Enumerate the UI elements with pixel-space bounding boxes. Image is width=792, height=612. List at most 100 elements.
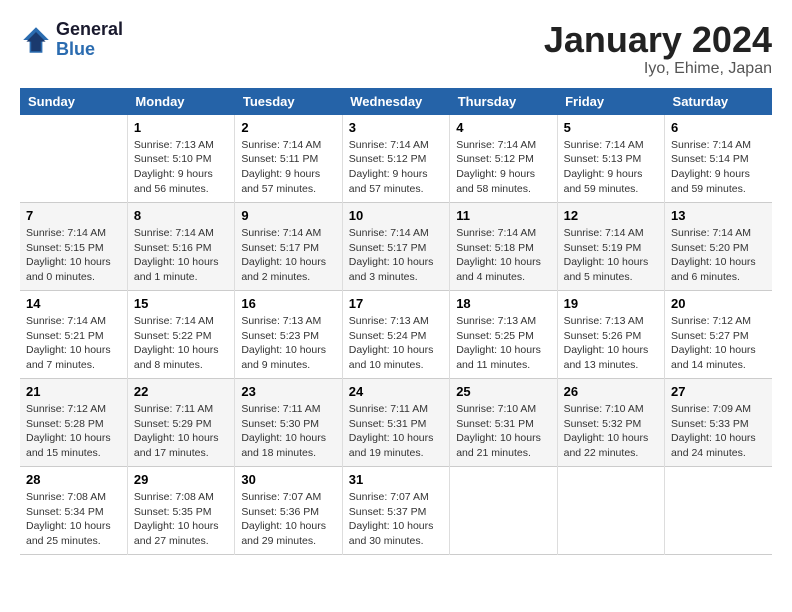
day-number: 7 — [26, 208, 121, 223]
day-number: 10 — [349, 208, 443, 223]
weekday-header-row: SundayMondayTuesdayWednesdayThursdayFrid… — [20, 88, 772, 115]
day-info: Sunrise: 7:14 AMSunset: 5:17 PMDaylight:… — [349, 226, 443, 285]
day-info: Sunrise: 7:11 AMSunset: 5:30 PMDaylight:… — [241, 402, 335, 461]
day-info: Sunrise: 7:14 AMSunset: 5:17 PMDaylight:… — [241, 226, 335, 285]
weekday-header-tuesday: Tuesday — [235, 88, 342, 115]
day-number: 25 — [456, 384, 550, 399]
page-header: General Blue January 2024 Iyo, Ehime, Ja… — [20, 20, 772, 78]
day-number: 26 — [564, 384, 658, 399]
calendar-cell: 24Sunrise: 7:11 AMSunset: 5:31 PMDayligh… — [342, 379, 449, 467]
day-info: Sunrise: 7:10 AMSunset: 5:32 PMDaylight:… — [564, 402, 658, 461]
calendar-cell: 18 Sunrise: 7:13 AMSunset: 5:25 PMDayligh… — [450, 291, 557, 379]
calendar-cell: 30 Sunrise: 7:07 AMSunset: 5:36 PMDayligh… — [235, 467, 342, 555]
day-number: 17 — [349, 296, 443, 311]
day-number: 23 — [241, 384, 335, 399]
day-number: 3 — [349, 120, 443, 135]
calendar-cell: 3 Sunrise: 7:14 AMSunset: 5:12 PMDaylight… — [342, 115, 449, 203]
day-info: Sunrise: 7:09 AMSunset: 5:33 PMDaylight:… — [671, 402, 766, 461]
calendar-cell: 1Sunrise: 7:13 AMSunset: 5:10 PMDaylight… — [127, 115, 234, 203]
calendar-cell — [450, 467, 557, 555]
day-info: Sunrise: 7:11 AMSunset: 5:31 PMDaylight:… — [349, 402, 443, 461]
weekday-header-sunday: Sunday — [20, 88, 127, 115]
calendar-cell: 5Sunrise: 7:14 AMSunset: 5:13 PMDaylight… — [557, 115, 664, 203]
weekday-header-monday: Monday — [127, 88, 234, 115]
day-number: 19 — [564, 296, 658, 311]
week-row-4: 21 Sunrise: 7:12 AMSunset: 5:28 PMDayligh… — [20, 379, 772, 467]
day-number: 14 — [26, 296, 121, 311]
calendar-cell: 28 Sunrise: 7:08 AMSunset: 5:34 PMDayligh… — [20, 467, 127, 555]
day-info: Sunrise: 7:08 AMSunset: 5:35 PMDaylight:… — [134, 490, 228, 549]
day-number: 5 — [564, 120, 658, 135]
day-number: 29 — [134, 472, 228, 487]
day-info: Sunrise: 7:14 AMSunset: 5:16 PMDaylight:… — [134, 226, 228, 285]
calendar-cell: 31Sunrise: 7:07 AMSunset: 5:37 PMDayligh… — [342, 467, 449, 555]
day-info: Sunrise: 7:12 AMSunset: 5:28 PMDaylight:… — [26, 402, 121, 461]
calendar-cell: 10 Sunrise: 7:14 AMSunset: 5:17 PMDayligh… — [342, 203, 449, 291]
title-block: January 2024 Iyo, Ehime, Japan — [544, 20, 772, 78]
calendar-cell: 23 Sunrise: 7:11 AMSunset: 5:30 PMDayligh… — [235, 379, 342, 467]
calendar-cell: 16 Sunrise: 7:13 AMSunset: 5:23 PMDayligh… — [235, 291, 342, 379]
week-row-2: 7 Sunrise: 7:14 AMSunset: 5:15 PMDaylight… — [20, 203, 772, 291]
calendar-cell: 6Sunrise: 7:14 AMSunset: 5:14 PMDaylight… — [665, 115, 772, 203]
calendar-cell: 20Sunrise: 7:12 AMSunset: 5:27 PMDayligh… — [665, 291, 772, 379]
location: Iyo, Ehime, Japan — [544, 60, 772, 78]
calendar-cell: 27 Sunrise: 7:09 AMSunset: 5:33 PMDayligh… — [665, 379, 772, 467]
calendar-table: SundayMondayTuesdayWednesdayThursdayFrid… — [20, 88, 772, 556]
calendar-cell: 21 Sunrise: 7:12 AMSunset: 5:28 PMDayligh… — [20, 379, 127, 467]
day-number: 30 — [241, 472, 335, 487]
day-number: 18 — [456, 296, 550, 311]
day-info: Sunrise: 7:14 AMSunset: 5:12 PMDaylight:… — [456, 138, 550, 197]
week-row-3: 14Sunrise: 7:14 AMSunset: 5:21 PMDayligh… — [20, 291, 772, 379]
logo-icon — [20, 24, 52, 56]
day-info: Sunrise: 7:07 AMSunset: 5:36 PMDaylight:… — [241, 490, 335, 549]
calendar-cell: 29 Sunrise: 7:08 AMSunset: 5:35 PMDayligh… — [127, 467, 234, 555]
day-number: 6 — [671, 120, 766, 135]
day-number: 2 — [241, 120, 335, 135]
calendar-cell: 12Sunrise: 7:14 AMSunset: 5:19 PMDayligh… — [557, 203, 664, 291]
calendar-cell: 25Sunrise: 7:10 AMSunset: 5:31 PMDayligh… — [450, 379, 557, 467]
day-number: 31 — [349, 472, 443, 487]
day-number: 16 — [241, 296, 335, 311]
day-number: 4 — [456, 120, 550, 135]
day-info: Sunrise: 7:14 AMSunset: 5:11 PMDaylight:… — [241, 138, 335, 197]
logo-text: General Blue — [56, 20, 123, 60]
day-info: Sunrise: 7:14 AMSunset: 5:12 PMDaylight:… — [349, 138, 443, 197]
calendar-cell: 2 Sunrise: 7:14 AMSunset: 5:11 PMDaylight… — [235, 115, 342, 203]
day-info: Sunrise: 7:08 AMSunset: 5:34 PMDaylight:… — [26, 490, 121, 549]
calendar-cell — [557, 467, 664, 555]
day-info: Sunrise: 7:14 AMSunset: 5:22 PMDaylight:… — [134, 314, 228, 373]
day-number: 8 — [134, 208, 228, 223]
calendar-cell: 17Sunrise: 7:13 AMSunset: 5:24 PMDayligh… — [342, 291, 449, 379]
day-number: 27 — [671, 384, 766, 399]
calendar-cell: 11Sunrise: 7:14 AMSunset: 5:18 PMDayligh… — [450, 203, 557, 291]
calendar-cell: 26 Sunrise: 7:10 AMSunset: 5:32 PMDayligh… — [557, 379, 664, 467]
weekday-header-saturday: Saturday — [665, 88, 772, 115]
weekday-header-friday: Friday — [557, 88, 664, 115]
weekday-header-wednesday: Wednesday — [342, 88, 449, 115]
day-info: Sunrise: 7:14 AMSunset: 5:15 PMDaylight:… — [26, 226, 121, 285]
day-info: Sunrise: 7:13 AMSunset: 5:26 PMDaylight:… — [564, 314, 658, 373]
day-info: Sunrise: 7:14 AMSunset: 5:18 PMDaylight:… — [456, 226, 550, 285]
month-title: January 2024 — [544, 20, 772, 60]
calendar-cell: 22 Sunrise: 7:11 AMSunset: 5:29 PMDayligh… — [127, 379, 234, 467]
day-info: Sunrise: 7:14 AMSunset: 5:20 PMDaylight:… — [671, 226, 766, 285]
day-info: Sunrise: 7:13 AMSunset: 5:25 PMDaylight:… — [456, 314, 550, 373]
calendar-cell: 7 Sunrise: 7:14 AMSunset: 5:15 PMDaylight… — [20, 203, 127, 291]
day-number: 12 — [564, 208, 658, 223]
calendar-cell: 14Sunrise: 7:14 AMSunset: 5:21 PMDayligh… — [20, 291, 127, 379]
day-number: 28 — [26, 472, 121, 487]
day-number: 1 — [134, 120, 228, 135]
day-number: 13 — [671, 208, 766, 223]
calendar-cell: 8 Sunrise: 7:14 AMSunset: 5:16 PMDaylight… — [127, 203, 234, 291]
calendar-cell — [665, 467, 772, 555]
day-number: 20 — [671, 296, 766, 311]
calendar-cell: 4 Sunrise: 7:14 AMSunset: 5:12 PMDaylight… — [450, 115, 557, 203]
week-row-1: 1Sunrise: 7:13 AMSunset: 5:10 PMDaylight… — [20, 115, 772, 203]
day-number: 22 — [134, 384, 228, 399]
day-info: Sunrise: 7:11 AMSunset: 5:29 PMDaylight:… — [134, 402, 228, 461]
day-number: 21 — [26, 384, 121, 399]
calendar-cell: 19 Sunrise: 7:13 AMSunset: 5:26 PMDayligh… — [557, 291, 664, 379]
day-info: Sunrise: 7:13 AMSunset: 5:23 PMDaylight:… — [241, 314, 335, 373]
calendar-cell: 15Sunrise: 7:14 AMSunset: 5:22 PMDayligh… — [127, 291, 234, 379]
weekday-header-thursday: Thursday — [450, 88, 557, 115]
